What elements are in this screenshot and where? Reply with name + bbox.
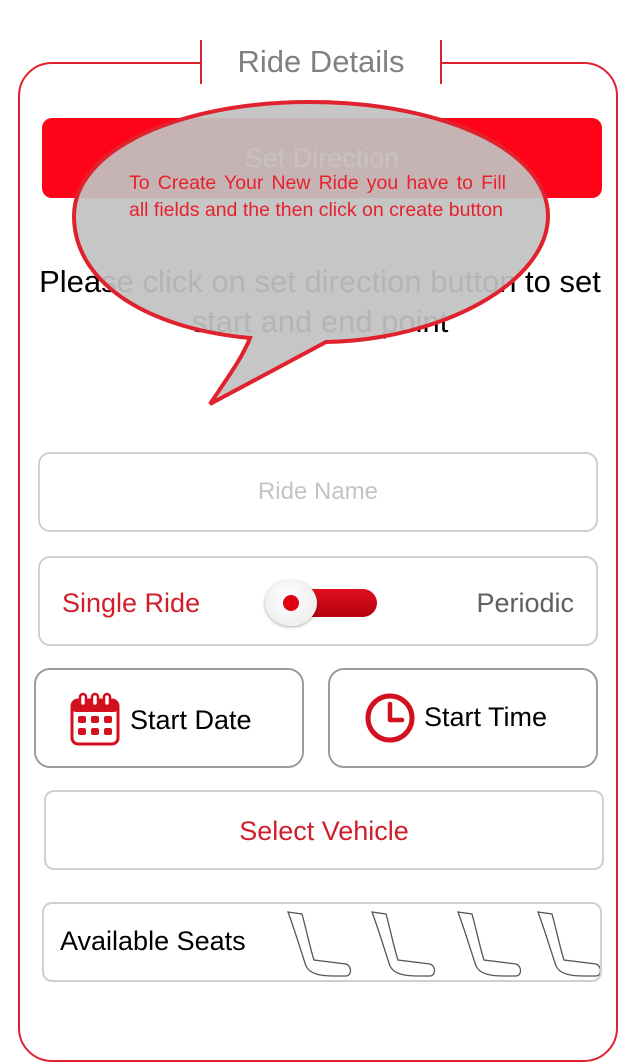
seat-icon[interactable] xyxy=(454,908,526,978)
tooltip-bubble xyxy=(71,99,551,406)
ride-type-selector: Single Ride Periodic xyxy=(38,556,598,646)
available-seats-row: Available Seats xyxy=(42,902,602,982)
page-title: Ride Details xyxy=(200,40,442,84)
seat-icon[interactable] xyxy=(284,908,356,978)
ride-name-input[interactable]: Ride Name xyxy=(38,452,598,532)
start-time-label: Start Time xyxy=(424,702,548,732)
available-seats-label: Available Seats xyxy=(60,926,246,956)
start-time-button[interactable]: Start Time xyxy=(328,668,598,768)
seat-icon[interactable] xyxy=(534,908,602,978)
single-ride-label[interactable]: Single Ride xyxy=(62,588,200,619)
ride-type-toggle[interactable] xyxy=(265,580,377,626)
tooltip-text: To Create Your New Ride you have to Fill… xyxy=(129,172,506,221)
select-vehicle-button[interactable]: Select Vehicle xyxy=(44,790,604,870)
calendar-icon xyxy=(70,692,120,746)
toggle-knob xyxy=(265,580,317,626)
start-date-button[interactable]: Start Date xyxy=(34,668,304,768)
clock-icon xyxy=(365,693,415,743)
periodic-label[interactable]: Periodic xyxy=(476,588,574,619)
start-date-label: Start Date xyxy=(130,705,252,735)
toggle-dot xyxy=(283,595,299,611)
seat-icon[interactable] xyxy=(368,908,440,978)
